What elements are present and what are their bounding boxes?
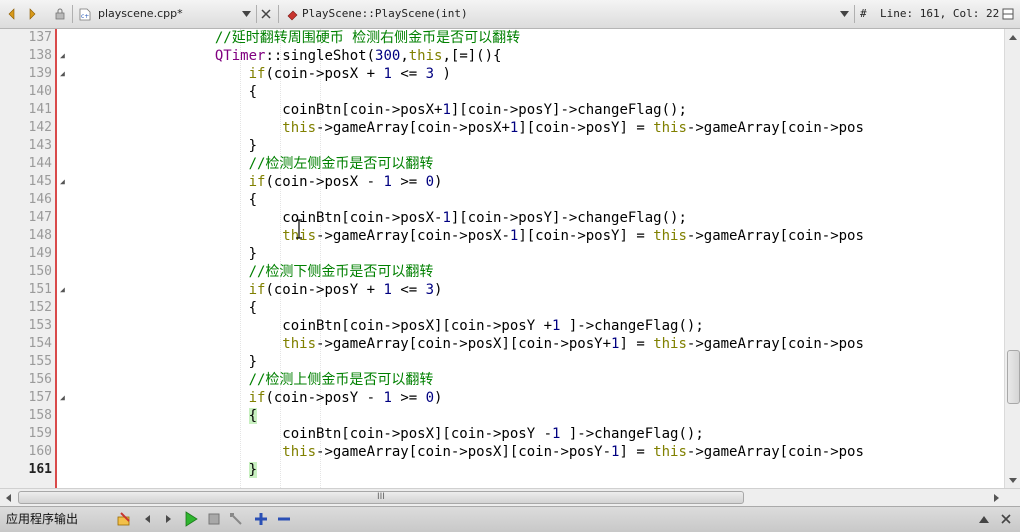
editor-toolbar: c+ playscene.cpp* PlayScene::PlayScene(i…: [0, 0, 1020, 29]
run-icon[interactable]: [181, 509, 201, 529]
scroll-left-arrow-icon[interactable]: [0, 489, 16, 506]
fold-marker-icon[interactable]: ◢: [60, 65, 69, 83]
line-number: 157: [28, 390, 52, 405]
application-output-bar: 应用程序输出: [0, 506, 1020, 532]
modified-lines-marker: [55, 29, 57, 488]
code-line[interactable]: if(coin->posX + 1 <= 3 ): [80, 65, 451, 83]
line-number: 150: [28, 264, 52, 279]
close-panel-icon[interactable]: [996, 509, 1016, 529]
code-line[interactable]: this->gameArray[coin->posX+1][coin->posY…: [80, 119, 864, 137]
clear-output-icon[interactable]: [114, 509, 134, 529]
line-number: 154: [28, 336, 52, 351]
code-line[interactable]: if(coin->posY - 1 >= 0): [80, 389, 443, 407]
next-item-icon[interactable]: [158, 509, 178, 529]
line-number: 137: [28, 30, 52, 45]
maximize-panel-icon[interactable]: [974, 509, 994, 529]
line-number: 148: [28, 228, 52, 243]
code-line[interactable]: this->gameArray[coin->posX-1][coin->posY…: [80, 227, 864, 245]
attach-debugger-icon[interactable]: [226, 509, 246, 529]
horizontal-scroll-thumb[interactable]: III: [18, 491, 744, 504]
zoom-in-plus-icon[interactable]: [251, 509, 271, 529]
code-line[interactable]: //延时翻转周围硬币 检测右侧金币是否可以翻转: [80, 29, 520, 47]
line-number: 147: [28, 210, 52, 225]
line-number: 142: [28, 120, 52, 135]
current-file-name[interactable]: playscene.cpp*: [98, 0, 183, 28]
code-line[interactable]: }: [80, 137, 257, 155]
hash-label: #: [860, 7, 867, 20]
line-number: 160: [28, 444, 52, 459]
split-editor-icon[interactable]: [1000, 0, 1016, 28]
code-line[interactable]: this->gameArray[coin->posX][coin->posY-1…: [80, 443, 864, 461]
code-editor[interactable]: 137 //延时翻转周围硬币 检测右侧金币是否可以翻转 138 ◢ QTimer::…: [0, 29, 1004, 488]
code-line[interactable]: {: [80, 191, 257, 209]
fold-marker-icon[interactable]: ◢: [60, 173, 69, 191]
code-line[interactable]: {: [80, 299, 257, 317]
code-line[interactable]: {: [80, 407, 258, 425]
line-number: 152: [28, 300, 52, 315]
code-line[interactable]: }: [80, 461, 258, 479]
line-number: 159: [28, 426, 52, 441]
line-number: 139: [28, 66, 52, 81]
fold-marker-icon[interactable]: ◢: [60, 281, 69, 299]
previous-item-icon[interactable]: [138, 509, 158, 529]
current-symbol[interactable]: PlayScene::PlayScene(int): [302, 0, 468, 28]
svg-text:c+: c+: [81, 13, 89, 20]
line-number: 149: [28, 246, 52, 261]
back-arrow-icon[interactable]: [4, 0, 20, 28]
lock-icon[interactable]: [52, 0, 68, 28]
file-dropdown-chevron-icon[interactable]: [238, 0, 254, 28]
code-line[interactable]: this->gameArray[coin->posX][coin->posY+1…: [80, 335, 864, 353]
horizontal-scrollbar[interactable]: III: [0, 488, 1020, 506]
close-file-icon[interactable]: [258, 0, 274, 28]
code-line[interactable]: coinBtn[coin->posX+1][coin->posY]->chang…: [80, 101, 687, 119]
code-line[interactable]: {: [80, 83, 257, 101]
line-number: 158: [28, 408, 52, 423]
code-line[interactable]: if(coin->posY + 1 <= 3): [80, 281, 443, 299]
line-number: 140: [28, 84, 52, 99]
scroll-down-arrow-icon[interactable]: [1005, 472, 1020, 488]
line-number: 161: [28, 462, 52, 477]
scroll-grip: III: [377, 492, 385, 502]
stop-icon[interactable]: [204, 509, 224, 529]
line-number: 144: [28, 156, 52, 171]
code-line[interactable]: //检测左侧金币是否可以翻转: [80, 155, 434, 173]
line-number: 146: [28, 192, 52, 207]
line-number: 141: [28, 102, 52, 117]
code-line[interactable]: coinBtn[coin->posX][coin->posY -1 ]->cha…: [80, 425, 703, 443]
fold-marker-icon[interactable]: ◢: [60, 47, 69, 65]
code-line[interactable]: //检测下侧金币是否可以翻转: [80, 263, 434, 281]
code-line[interactable]: if(coin->posX - 1 >= 0): [80, 173, 443, 191]
application-output-title[interactable]: 应用程序输出: [6, 507, 78, 532]
cpp-file-icon: c+: [78, 0, 92, 28]
code-line[interactable]: }: [80, 353, 257, 371]
code-line[interactable]: coinBtn[coin->posX][coin->posY +1 ]->cha…: [80, 317, 703, 335]
line-number: 138: [28, 48, 52, 63]
symbol-dropdown-chevron-icon[interactable]: [836, 0, 852, 28]
line-number: 145: [28, 174, 52, 189]
code-line[interactable]: }: [80, 245, 257, 263]
forward-arrow-icon[interactable]: [24, 0, 40, 28]
line-number: 153: [28, 318, 52, 333]
zoom-out-minus-icon[interactable]: [274, 509, 294, 529]
function-symbol-icon: [284, 0, 300, 28]
line-number: 143: [28, 138, 52, 153]
line-number: 151: [28, 282, 52, 297]
scroll-right-arrow-icon[interactable]: [988, 489, 1004, 506]
fold-marker-icon[interactable]: ◢: [60, 389, 69, 407]
cursor-position[interactable]: Line: 161, Col: 22: [880, 0, 999, 28]
code-line[interactable]: QTimer::singleShot(300,this,[=](){: [80, 47, 502, 65]
scroll-up-arrow-icon[interactable]: [1005, 29, 1020, 45]
line-number: 156: [28, 372, 52, 387]
text-cursor-icon: [296, 219, 302, 239]
code-line[interactable]: //检测上侧金币是否可以翻转: [80, 371, 434, 389]
line-number: 155: [28, 354, 52, 369]
vertical-scrollbar[interactable]: [1004, 29, 1020, 488]
code-line[interactable]: coinBtn[coin->posX-1][coin->posY]->chang…: [80, 209, 687, 227]
vertical-scroll-thumb[interactable]: [1007, 350, 1020, 404]
